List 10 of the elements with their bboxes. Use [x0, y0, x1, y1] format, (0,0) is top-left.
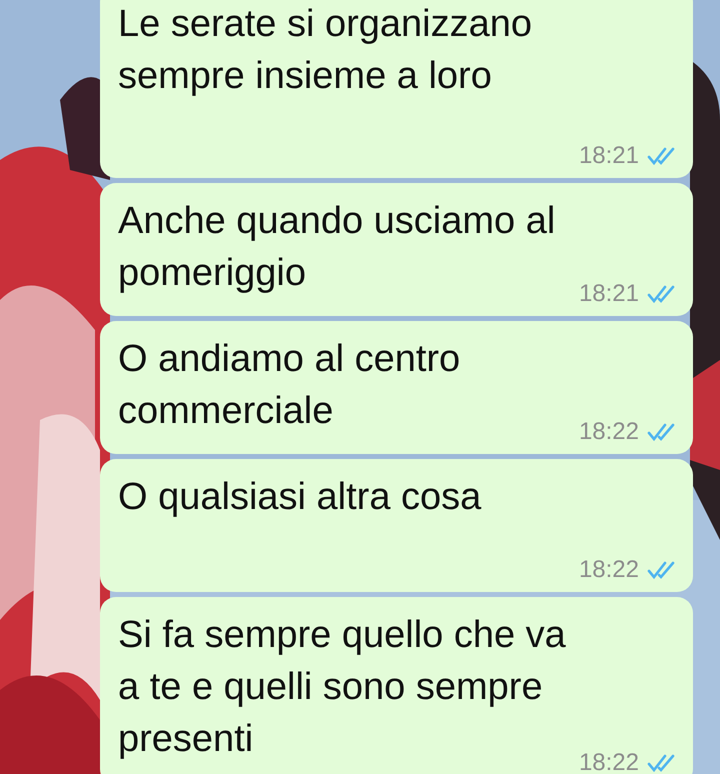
- message-text: O qualsiasi altra cosa: [118, 475, 482, 520]
- message-text: Anche quando usciamo al pomeriggio: [118, 199, 556, 296]
- message-time: 18:22: [578, 556, 639, 584]
- message-text: Si fa sempre quello che va a te e quelli sono sempre presenti: [118, 613, 567, 762]
- message-time: 18:21: [578, 280, 639, 308]
- message-time: 18:21: [578, 142, 639, 170]
- message-time: 18:22: [578, 418, 639, 446]
- message-time: 18:22: [578, 749, 639, 774]
- message-text: O andiamo al centro commerciale: [118, 337, 462, 434]
- message-text: Le serate si organizzano sempre insieme a loro: [118, 2, 534, 99]
